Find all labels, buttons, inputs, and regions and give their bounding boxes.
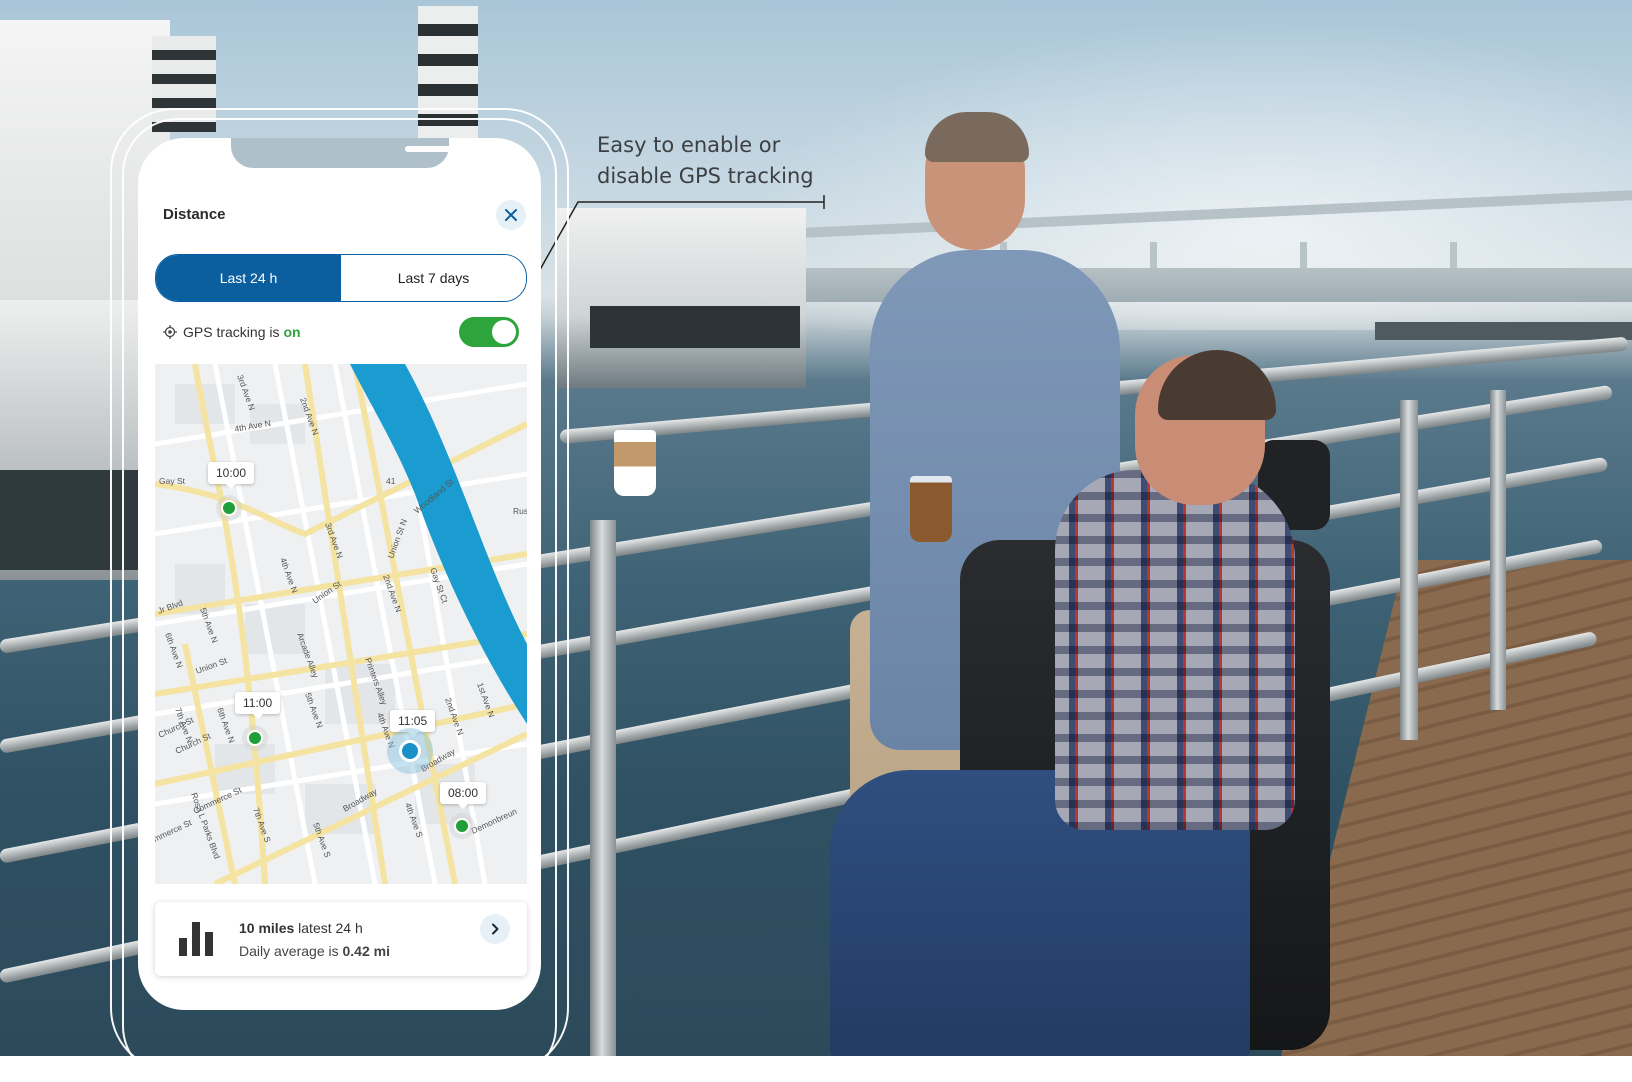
street-label: Rus [513,506,527,516]
distance-line: 10 miles latest 24 h [239,920,363,936]
page-title: Distance [163,206,226,223]
stop-time-label: 08:00 [440,782,487,809]
time-range-toggle: Last 24 h Last 7 days [155,254,527,302]
stop-time-label: 11:05 [390,710,436,737]
stop-marker[interactable] [221,500,237,516]
speaker-grille [405,146,457,152]
distance-suffix: latest 24 h [298,920,363,936]
camera-icon [474,142,487,155]
callout-text: Easy to enable or disable GPS tracking [597,130,857,192]
street-label: Gay St [159,476,186,486]
street-label: 41 [386,476,396,486]
stop-marker[interactable] [247,730,263,746]
current-location-marker[interactable] [399,740,421,762]
location-target-icon [163,325,177,339]
railing-post [590,520,616,1056]
gps-label: GPS tracking is [183,324,280,340]
phone-screen: Distance Last 24 h Last 7 days GPS track… [138,138,541,1010]
phone-notch [231,138,487,168]
railing-post [1400,400,1418,740]
bar-chart-icon [179,922,213,956]
daily-average-label: Daily average is [239,943,339,959]
daily-average-line: Daily average is 0.42 mi [239,943,390,959]
stop-time-label: 10:00 [208,462,255,489]
route-map[interactable]: 3rd Ave N 2nd Ave N 4th Ave N Gay St 41 … [155,364,527,884]
close-button[interactable] [496,200,526,230]
stop-marker[interactable] [454,818,470,834]
map-canvas: 3rd Ave N 2nd Ave N 4th Ave N Gay St 41 … [155,364,527,884]
details-button[interactable] [480,914,510,944]
gps-tracking-row: GPS tracking is on [163,317,519,347]
toggle-knob [492,320,516,344]
railing-post [1490,390,1506,710]
distant-dock [1375,322,1632,340]
daily-average-value: 0.42 mi [342,943,390,959]
ferry-window [590,306,800,348]
chevron-right-icon [492,923,499,935]
close-icon [505,209,517,221]
iced-coffee-cup [910,476,952,542]
seated-person [1055,470,1295,830]
tab-last-24h[interactable]: Last 24 h [156,255,341,301]
distance-value: 10 miles [239,920,295,936]
callout-line-1: Easy to enable or [597,133,781,157]
tab-last-7-days[interactable]: Last 7 days [341,255,526,301]
coffee-cup [614,430,656,496]
stop-time-label: 11:00 [235,692,281,719]
gps-state: on [283,324,301,340]
gps-toggle[interactable] [459,317,519,347]
ferry-boat [556,208,806,388]
callout-line-2: disable GPS tracking [597,164,814,188]
distance-summary-card[interactable]: 10 miles latest 24 h Daily average is 0.… [155,902,527,976]
